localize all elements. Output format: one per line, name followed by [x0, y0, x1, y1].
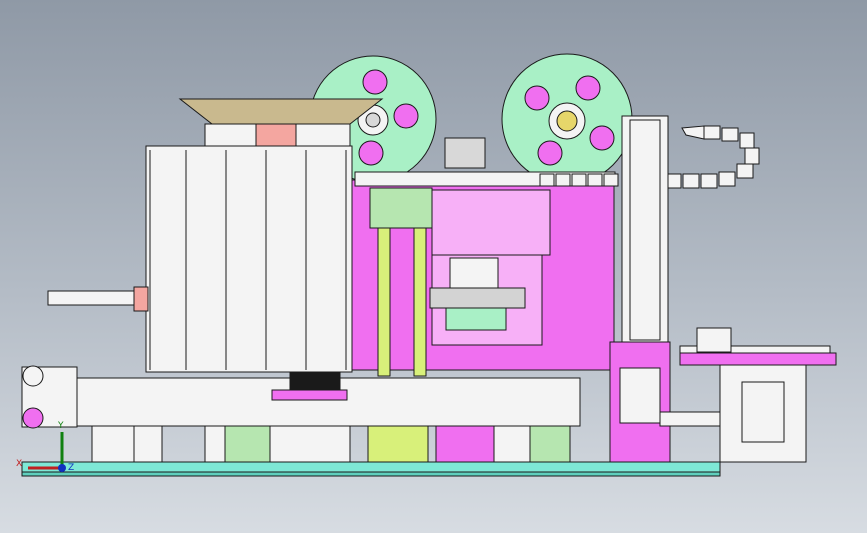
center-press-block — [429, 287, 526, 309]
hopper-neck-pink — [255, 123, 297, 147]
support-leg-6 — [435, 425, 495, 463]
drive-pulley-top[interactable] — [22, 365, 44, 387]
center-slide — [449, 257, 499, 289]
green-mount-plate — [369, 187, 433, 229]
push-cylinder[interactable] — [47, 290, 141, 306]
support-leg-2 — [204, 425, 226, 463]
right-tape-reel[interactable] — [501, 53, 633, 185]
clamp-jaw — [289, 372, 341, 391]
vertical-column-inner — [629, 119, 661, 341]
triad-x-label: X — [16, 459, 22, 469]
table-pedestal-neck — [741, 381, 785, 443]
pink-panel-upper — [431, 189, 551, 256]
machine-assembly-drawing[interactable]: X Y Z — [0, 0, 867, 533]
push-cylinder-end — [133, 286, 149, 312]
motor-housing — [91, 425, 135, 463]
lift-inner — [619, 367, 661, 424]
storage-cabinet[interactable] — [145, 145, 353, 373]
support-leg-7 — [493, 425, 531, 463]
support-leg-4 — [269, 425, 351, 463]
sensor-head — [444, 137, 486, 169]
support-leg-1 — [129, 425, 163, 463]
support-leg-3 — [224, 425, 271, 463]
table-top — [679, 352, 837, 366]
guide-shaft-1 — [377, 227, 391, 377]
drive-pulley-bottom[interactable] — [22, 407, 44, 429]
support-leg-8 — [529, 425, 571, 463]
table-actuator[interactable] — [696, 327, 732, 353]
support-leg-5 — [367, 425, 429, 463]
clamp-block[interactable] — [271, 389, 348, 401]
triad-z-label: Z — [68, 463, 74, 473]
cad-viewport[interactable]: X Y Z — [0, 0, 867, 533]
center-die — [445, 307, 507, 331]
side-cylinder[interactable] — [659, 411, 721, 427]
guide-shaft-2 — [413, 227, 427, 377]
hopper-funnel — [178, 98, 384, 125]
base-plate-edge — [21, 471, 721, 477]
triad-y-label: Y — [57, 421, 64, 431]
